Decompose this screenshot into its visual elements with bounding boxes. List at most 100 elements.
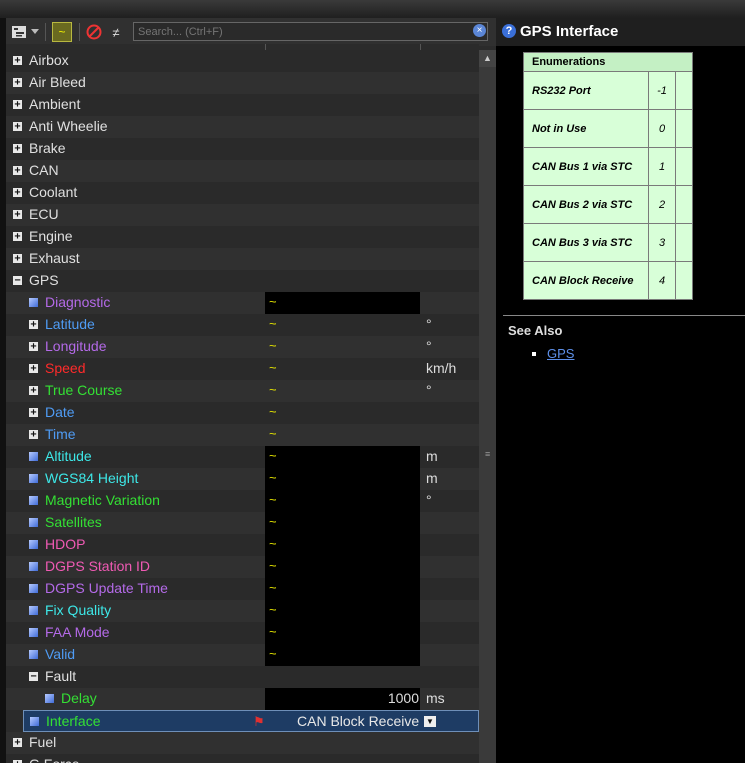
- collapse-icon[interactable]: −: [13, 276, 22, 286]
- value-cell[interactable]: [265, 446, 420, 468]
- expand-icon[interactable]: +: [29, 408, 38, 418]
- vertical-scrollbar[interactable]: ▲ ≡: [479, 50, 496, 763]
- search-input[interactable]: [133, 22, 488, 41]
- tree-channel-row[interactable]: WGS84 Height ~ m: [6, 468, 479, 490]
- unit-label: m: [426, 470, 438, 486]
- toolbar: ~ ≠ ×: [6, 18, 496, 46]
- expand-icon[interactable]: +: [13, 232, 22, 242]
- delay-value[interactable]: 1000: [388, 690, 419, 706]
- tree-group-row[interactable]: + CAN: [6, 160, 479, 182]
- tree-group-row[interactable]: + Coolant: [6, 182, 479, 204]
- value-wave-icon: ~: [269, 514, 277, 529]
- dropdown-arrow-icon[interactable]: ▼: [424, 716, 436, 727]
- tree-group-row[interactable]: + ECU: [6, 204, 479, 226]
- tree-channel-row[interactable]: + Latitude ~ °: [6, 314, 479, 336]
- tree-channel-row[interactable]: Valid ~: [6, 644, 479, 666]
- value-cell[interactable]: [265, 556, 420, 578]
- row-label: FAA Mode: [45, 624, 110, 640]
- tree-channel-row[interactable]: + Longitude ~ °: [6, 336, 479, 358]
- clear-search-icon[interactable]: ×: [473, 24, 486, 37]
- channel-icon: [45, 694, 54, 703]
- collapse-icon[interactable]: −: [29, 672, 38, 682]
- tree-group-row[interactable]: + Brake: [6, 138, 479, 160]
- chevron-down-icon[interactable]: [30, 22, 40, 42]
- tree-group-row[interactable]: + Airbox: [6, 50, 479, 72]
- tree-channel-row[interactable]: Diagnostic ~: [6, 292, 479, 314]
- no-entry-icon[interactable]: [85, 22, 103, 42]
- value-cell[interactable]: [265, 292, 420, 314]
- tree-group-row[interactable]: + Exhaust: [6, 248, 479, 270]
- interface-value[interactable]: CAN Block Receive: [297, 713, 419, 729]
- value-wave-icon: ~: [269, 624, 277, 639]
- tree-channel-row[interactable]: Satellites ~: [6, 512, 479, 534]
- expand-icon[interactable]: +: [13, 738, 22, 748]
- expand-icon[interactable]: +: [13, 100, 22, 110]
- tree-group-row[interactable]: + Ambient: [6, 94, 479, 116]
- divider: [503, 315, 745, 316]
- value-cell[interactable]: [265, 578, 420, 600]
- tree-group-row[interactable]: + Air Bleed: [6, 72, 479, 94]
- tree-channel-row[interactable]: Altitude ~ m: [6, 446, 479, 468]
- enum-value: 2: [648, 185, 676, 224]
- value-cell[interactable]: [265, 512, 420, 534]
- window-top-bar: [0, 0, 745, 18]
- flag-icon: ⚑: [253, 714, 265, 729]
- value-cell[interactable]: [265, 534, 420, 556]
- tree-channel-interface[interactable]: Interface ⚑ CAN Block Receive ▼: [23, 710, 479, 732]
- tree-channel-row[interactable]: + Speed ~ km/h: [6, 358, 479, 380]
- value-cell[interactable]: [265, 622, 420, 644]
- row-label: Interface: [46, 713, 101, 729]
- tree-channel-delay[interactable]: Delay ms 1000: [6, 688, 479, 710]
- tree-channel-row[interactable]: + True Course ~ °: [6, 380, 479, 402]
- tree-view-icon[interactable]: [10, 22, 28, 42]
- tree-channel-row[interactable]: Fix Quality ~: [6, 600, 479, 622]
- expand-icon[interactable]: +: [13, 78, 22, 88]
- tree-channel-row[interactable]: DGPS Update Time ~: [6, 578, 479, 600]
- value-wave-icon: ~: [269, 580, 277, 595]
- row-label: Speed: [45, 360, 86, 376]
- row-label: Delay: [61, 690, 97, 706]
- expand-icon[interactable]: +: [29, 430, 38, 440]
- value-cell[interactable]: [265, 600, 420, 622]
- tree-channel-row[interactable]: DGPS Station ID ~: [6, 556, 479, 578]
- gps-link[interactable]: GPS: [547, 346, 574, 361]
- tree-channel-row[interactable]: + Date ~: [6, 402, 479, 424]
- expand-icon[interactable]: +: [13, 56, 22, 66]
- tree-channel-row[interactable]: + Time ~: [6, 424, 479, 446]
- enum-row: CAN Bus 1 via STC 1: [523, 147, 693, 186]
- not-equal-icon[interactable]: ≠: [109, 22, 123, 42]
- expand-icon[interactable]: +: [29, 364, 38, 374]
- expand-icon[interactable]: +: [13, 188, 22, 198]
- toolbar-divider: [79, 23, 80, 41]
- value-cell[interactable]: [265, 644, 420, 666]
- expand-icon[interactable]: +: [29, 386, 38, 396]
- expand-icon[interactable]: +: [29, 320, 38, 330]
- expand-icon[interactable]: +: [13, 254, 22, 264]
- bullet-icon: [532, 352, 536, 356]
- tree-channel-row[interactable]: FAA Mode ~: [6, 622, 479, 644]
- expand-icon[interactable]: +: [13, 166, 22, 176]
- tree-group-gps[interactable]: − GPS: [6, 270, 479, 292]
- tree-group-fault[interactable]: − Fault: [6, 666, 479, 688]
- expand-icon[interactable]: +: [13, 210, 22, 220]
- row-label: CAN: [29, 162, 59, 178]
- enum-empty-cell: [675, 261, 693, 300]
- toolbar-divider: [45, 23, 46, 41]
- scroll-grip-icon[interactable]: ≡: [485, 450, 491, 459]
- tree-channel-row[interactable]: Magnetic Variation ~ °: [6, 490, 479, 512]
- scroll-up-icon[interactable]: ▲: [479, 50, 496, 67]
- value-wave-icon: ~: [269, 536, 277, 551]
- show-values-icon[interactable]: ~: [52, 22, 72, 42]
- tree-group-row[interactable]: +G Force: [6, 754, 479, 763]
- expand-icon[interactable]: +: [13, 122, 22, 132]
- tree-group-row[interactable]: + Fuel: [6, 732, 479, 754]
- expand-icon[interactable]: +: [29, 342, 38, 352]
- value-cell[interactable]: [265, 468, 420, 490]
- enumerations-table: Enumerations RS232 Port -1 Not in Use 0 CAN …: [523, 52, 693, 300]
- value-wave-icon: ~: [269, 558, 277, 573]
- tree-group-row[interactable]: + Anti Wheelie: [6, 116, 479, 138]
- tree-group-row[interactable]: + Engine: [6, 226, 479, 248]
- expand-icon[interactable]: +: [13, 144, 22, 154]
- value-cell[interactable]: [265, 490, 420, 512]
- tree-channel-row[interactable]: HDOP ~: [6, 534, 479, 556]
